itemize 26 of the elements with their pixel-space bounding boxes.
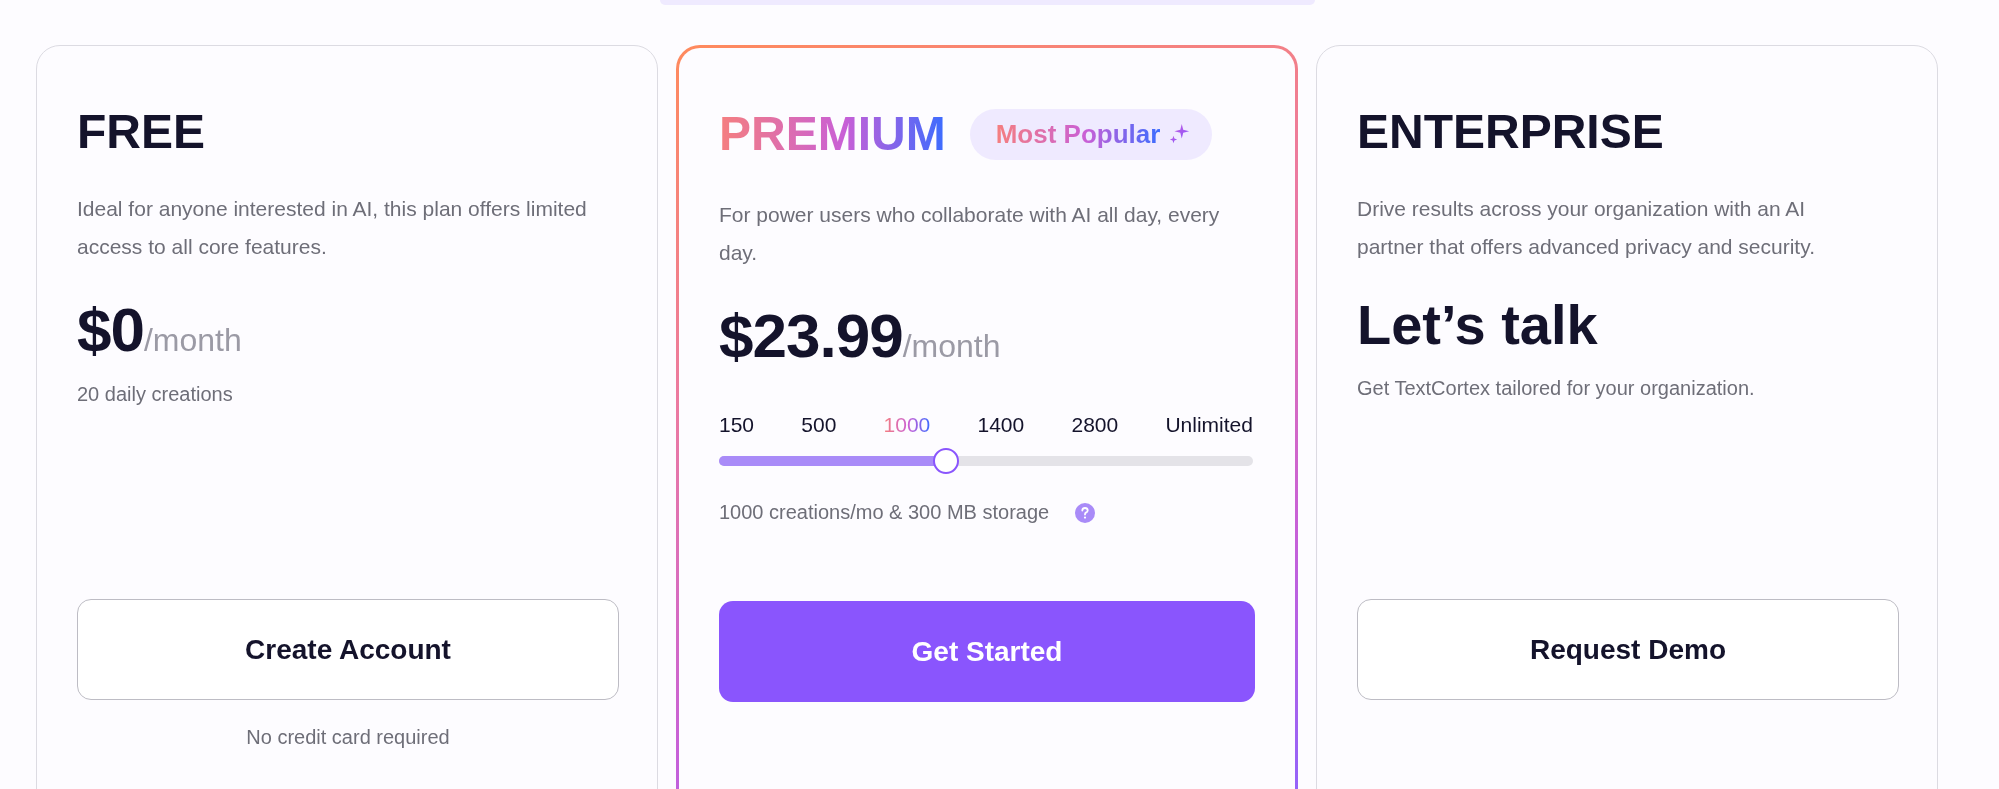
slider-stop-label[interactable]: 2800 bbox=[1071, 413, 1119, 437]
price-period: /month bbox=[902, 328, 1001, 365]
plan-title: ENTERPRISE bbox=[1357, 108, 1664, 156]
slider-thumb[interactable] bbox=[933, 448, 960, 474]
popular-badge: Most Popular bbox=[969, 108, 1213, 160]
price: $23.99 bbox=[719, 300, 903, 371]
slider-stop-label[interactable]: Unlimited bbox=[1165, 413, 1253, 437]
slider-stop-label[interactable]: 500 bbox=[801, 413, 837, 437]
contact-headline: Let’s talk bbox=[1357, 292, 1599, 357]
plan-button[interactable]: Get Started bbox=[719, 601, 1255, 702]
plan-note: 1000 creations/mo & 300 MB storage bbox=[719, 501, 1050, 524]
plan-description: Ideal for anyone interested in AI, this plan offers limited access to all core features. bbox=[77, 196, 588, 260]
slider-stop-label[interactable]: 150 bbox=[719, 413, 755, 437]
plan-note: 20 daily creations bbox=[77, 383, 234, 406]
plan-button[interactable]: Create Account bbox=[77, 599, 619, 700]
plan-description: For power users who collaborate with AI all day, every day. bbox=[719, 202, 1221, 266]
plan-note: Get TextCortex tailored for your organization. bbox=[1357, 377, 1756, 400]
sparkle-icon bbox=[1168, 123, 1191, 145]
plan-button[interactable]: Request Demo bbox=[1357, 599, 1899, 700]
plan-title: FREE bbox=[77, 108, 205, 156]
plan-footnote: No credit card required bbox=[245, 726, 451, 749]
price-period: /month bbox=[143, 322, 242, 359]
price: $0 bbox=[77, 294, 144, 365]
plan-description: Drive results across your organization with an AI partner that offers advanced privacy and security. bbox=[1357, 196, 1816, 260]
help-icon[interactable] bbox=[1075, 502, 1096, 523]
slider-stop-label[interactable]: 1400 bbox=[977, 413, 1025, 437]
